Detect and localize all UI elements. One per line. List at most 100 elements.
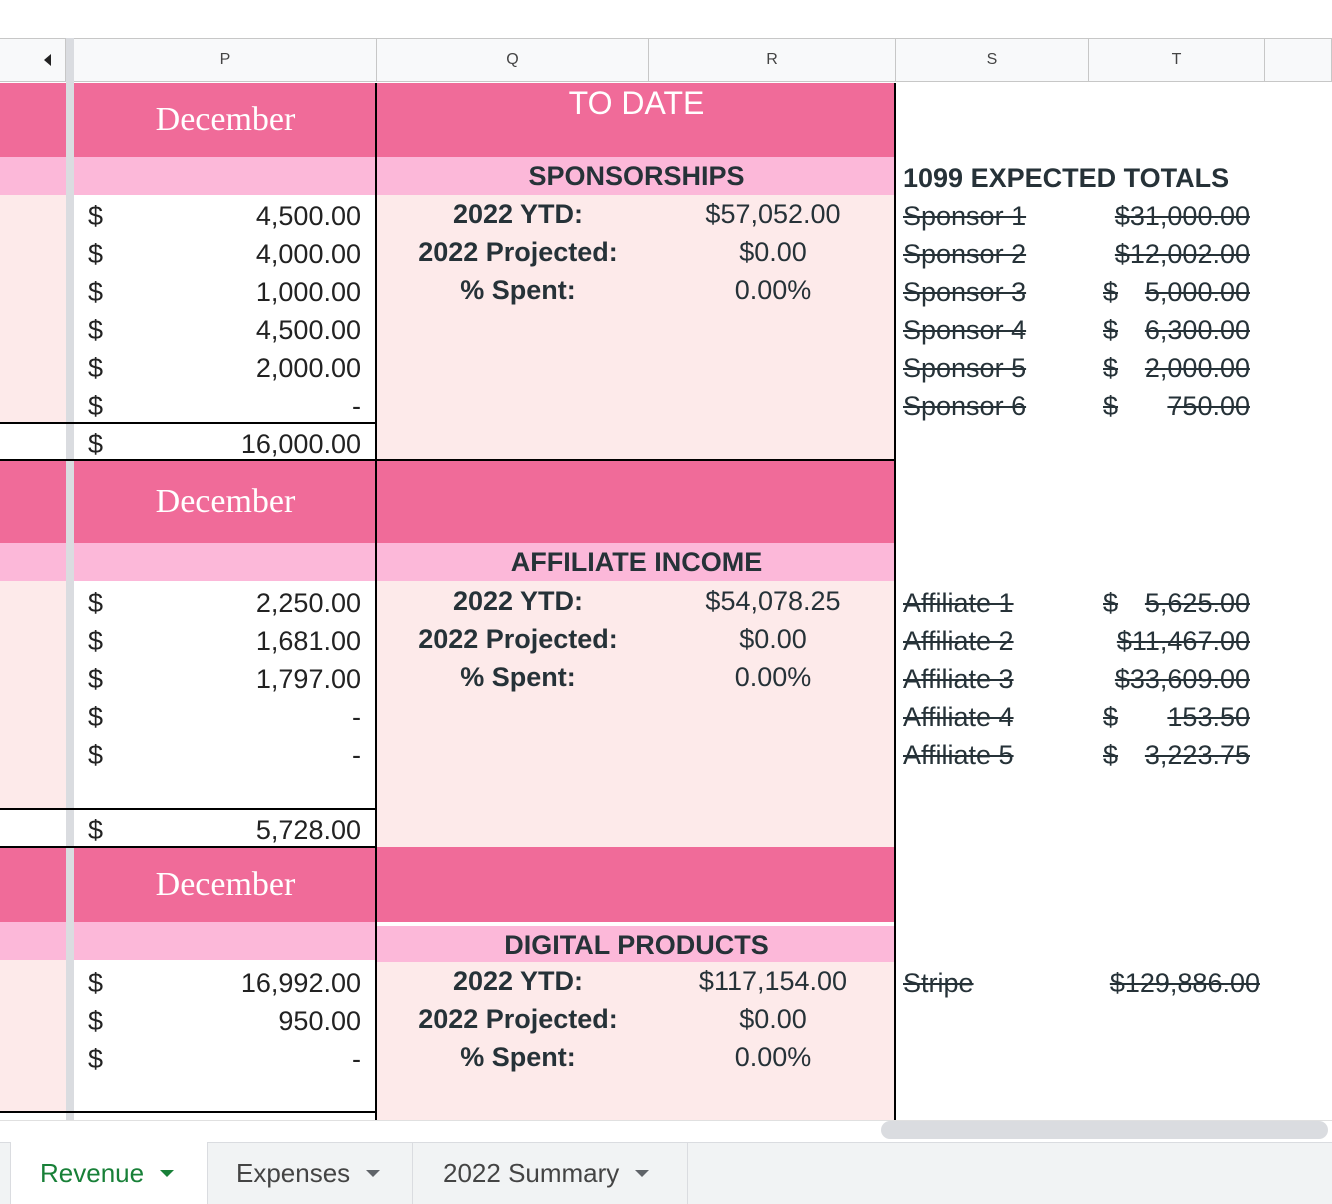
currency-symbol: $ (88, 429, 104, 459)
ytd-value[interactable]: $54,078.25 (660, 582, 886, 620)
currency-symbol: $ (88, 239, 104, 269)
total-cell[interactable]: 5,728.00 (128, 811, 361, 849)
currency-symbol: $ (88, 315, 104, 345)
sponsor-currency: $ (1103, 315, 1119, 345)
sponsor-name[interactable]: Sponsor 2 (903, 235, 1093, 273)
affiliate-name[interactable]: Affiliate 1 (903, 584, 1093, 622)
amount-cell[interactable]: - (128, 698, 361, 736)
affiliate-amount[interactable]: 3,223.75 (1130, 736, 1250, 774)
amount-cell[interactable]: - (128, 736, 361, 774)
projected-value[interactable]: $0.00 (660, 233, 886, 271)
currency-symbol: $ (88, 740, 104, 770)
amount-cell[interactable]: 950.00 (128, 1002, 361, 1040)
frozen-divider[interactable] (66, 38, 74, 1120)
affiliate-name[interactable]: Affiliate 3 (903, 660, 1093, 698)
column-border-r-right (894, 83, 896, 1120)
month-header: December (74, 461, 377, 543)
currency-symbol: $ (88, 1006, 104, 1036)
currency-symbol: $ (88, 815, 104, 845)
amount-cell[interactable]: - (128, 387, 361, 425)
affiliate-amount[interactable]: 5,625.00 (1130, 584, 1250, 622)
sponsor-currency: $ (1103, 277, 1119, 307)
spent-value[interactable]: 0.00% (660, 1038, 886, 1076)
scroll-left-button[interactable] (0, 38, 66, 82)
projected-value[interactable]: $0.00 (660, 620, 886, 658)
ytd-label: 2022 YTD: (452, 586, 584, 616)
left-subheader-band (0, 157, 66, 195)
caret-down-icon[interactable] (366, 1169, 381, 1177)
affiliate-currency: $ (1103, 588, 1119, 618)
sponsor-amount[interactable]: $31,000.00 (1100, 197, 1250, 235)
column-header-p[interactable]: P (74, 38, 377, 82)
amount-cell[interactable]: - (128, 1040, 361, 1078)
section-title-sponsorships: SPONSORSHIPS (377, 157, 896, 195)
column-header-u[interactable] (1265, 38, 1332, 82)
sheet-tab-2022-summary[interactable]: 2022 Summary (413, 1142, 687, 1204)
spent-label: % Spent: (460, 275, 576, 305)
subheader-p (74, 543, 377, 581)
amount-cell[interactable]: 16,992.00 (128, 964, 361, 1002)
sponsor-name[interactable]: Sponsor 5 (903, 349, 1093, 387)
amount-cell[interactable]: 1,681.00 (128, 622, 361, 660)
caret-left-icon (44, 54, 51, 66)
expected-totals-title: 1099 EXPECTED TOTALS (903, 163, 1230, 193)
sheet-tab-label: Revenue (40, 1157, 145, 1188)
caret-down-icon[interactable] (635, 1169, 650, 1177)
section-title-digital: DIGITAL PRODUCTS (377, 926, 896, 964)
section-border (0, 1111, 377, 1113)
spent-label: % Spent: (460, 1042, 576, 1072)
sponsor-amount[interactable]: 5,000.00 (1130, 273, 1250, 311)
subheader-p (74, 922, 377, 960)
amount-cell[interactable]: 2,000.00 (128, 349, 361, 387)
sheet-tab-expenses[interactable]: Expenses (208, 1142, 412, 1204)
affiliate-name[interactable]: Affiliate 4 (903, 698, 1093, 736)
projected-value[interactable]: $0.00 (660, 1000, 886, 1038)
affiliate-currency: $ (1103, 702, 1119, 732)
currency-symbol: $ (88, 277, 104, 307)
left-header-band (0, 848, 66, 922)
month-header: December (74, 83, 377, 157)
sponsor-amount[interactable]: $12,002.00 (1100, 235, 1250, 273)
amount-cell[interactable]: 1,797.00 (128, 660, 361, 698)
sponsor-amount[interactable]: 750.00 (1130, 387, 1250, 425)
amount-cell[interactable]: 2,250.00 (128, 584, 361, 622)
spent-value[interactable]: 0.00% (660, 271, 886, 309)
caret-down-icon[interactable] (160, 1169, 175, 1177)
column-header-q[interactable]: Q (377, 38, 649, 82)
sheet-tab-revenue[interactable]: Revenue (11, 1142, 207, 1204)
sponsor-name[interactable]: Sponsor 6 (903, 387, 1093, 425)
spent-value[interactable]: 0.00% (660, 658, 886, 696)
currency-symbol: $ (88, 391, 104, 421)
affiliate-name[interactable]: Affiliate 2 (903, 622, 1093, 660)
amount-cell[interactable]: 4,000.00 (128, 235, 361, 273)
currency-symbol: $ (88, 702, 104, 732)
sponsor-name[interactable]: Sponsor 3 (903, 273, 1093, 311)
total-cell[interactable]: 16,000.00 (128, 425, 361, 463)
sponsor-name[interactable]: Sponsor 4 (903, 311, 1093, 349)
amount-cell[interactable]: 4,500.00 (128, 197, 361, 235)
column-header-s[interactable]: S (896, 38, 1089, 82)
summary-header-digital (377, 847, 896, 922)
column-border-p-right (375, 83, 377, 1120)
affiliate-currency: $ (1103, 740, 1119, 770)
column-header-r[interactable]: R (649, 38, 896, 82)
sponsor-amount[interactable]: 2,000.00 (1130, 349, 1250, 387)
section-title-affiliate: AFFILIATE INCOME (377, 543, 896, 581)
column-header-t[interactable]: T (1089, 38, 1265, 82)
to-date-header: TO DATE (377, 83, 896, 157)
sponsor-amount[interactable]: 6,300.00 (1130, 311, 1250, 349)
affiliate-amount[interactable]: $11,467.00 (1100, 622, 1250, 660)
stripe-amount[interactable]: $129,886.00 (1094, 964, 1260, 1002)
horizontal-scrollbar-thumb[interactable] (881, 1121, 1328, 1139)
sponsor-currency: $ (1103, 353, 1119, 383)
projected-label: 2022 Projected: (418, 237, 618, 267)
amount-cell[interactable]: 1,000.00 (128, 273, 361, 311)
ytd-value[interactable]: $57,052.00 (660, 195, 886, 233)
affiliate-name[interactable]: Affiliate 5 (903, 736, 1093, 774)
amount-cell[interactable]: 4,500.00 (128, 311, 361, 349)
affiliate-amount[interactable]: $33,609.00 (1100, 660, 1250, 698)
affiliate-amount[interactable]: 153.50 (1130, 698, 1250, 736)
sponsor-name[interactable]: Sponsor 1 (903, 197, 1093, 235)
stripe-name[interactable]: Stripe (903, 964, 1093, 1002)
ytd-value[interactable]: $117,154.00 (660, 962, 886, 1000)
